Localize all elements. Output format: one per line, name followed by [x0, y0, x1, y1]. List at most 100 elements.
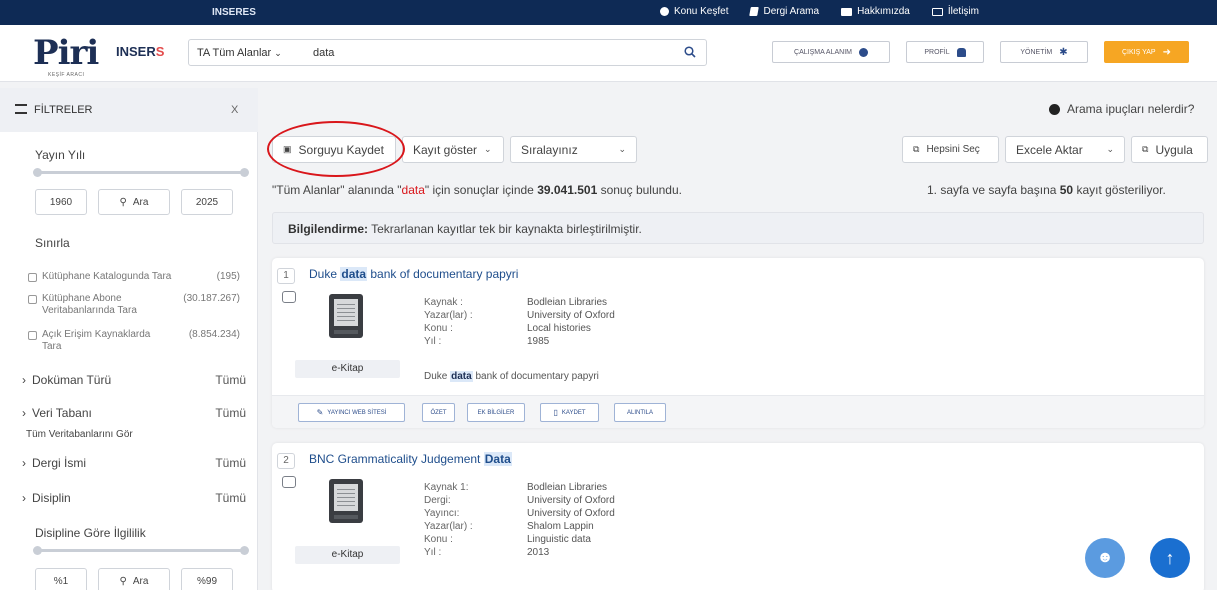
support-button[interactable]: ☻ — [1085, 538, 1125, 578]
meta-value: Bodleian Libraries — [527, 297, 608, 308]
select-label: Kayıt göster — [413, 142, 478, 157]
slider-handle-min[interactable] — [33, 546, 42, 555]
text-line — [337, 316, 355, 317]
checkbox[interactable] — [28, 273, 37, 282]
chevron-right-icon: › — [22, 491, 26, 505]
slider-handle-min[interactable] — [33, 168, 42, 177]
meta-key: Kaynak : — [424, 297, 463, 308]
result-checkbox[interactable] — [282, 291, 296, 303]
abstract-button[interactable]: ÖZET — [422, 403, 455, 422]
chevron-down-icon: ⌄ — [618, 144, 626, 154]
result-meta: Kaynak : Bodleian Libraries Yazar(lar) : U… — [424, 296, 615, 348]
relevance-to-value: %99 — [196, 575, 217, 587]
result-meta: Kaynak 1: Bodleian Libraries Dergi: Univer… — [424, 481, 615, 559]
cite-button[interactable]: ALINTILA — [614, 403, 666, 422]
button-label: ÖZET — [430, 409, 447, 416]
nav-iletisim[interactable]: İletişim — [931, 6, 979, 17]
export-select[interactable]: Excele Aktar ⌄ — [1005, 136, 1125, 163]
result-checkbox[interactable] — [282, 476, 296, 488]
result-description: Duke data bank of documentary papyri — [424, 371, 599, 382]
result-actions: ✎ YAYINCI WEB SİTESİ ÖZET EK BİLGİLER ▯ KA… — [272, 395, 1204, 428]
checkbox[interactable] — [28, 295, 37, 304]
nav-hakkimizda[interactable]: Hakkımızda — [841, 6, 910, 17]
result-summary: "Tüm Alanlar" alanında "data" için sonuç… — [272, 183, 682, 197]
nav-dergi-arama[interactable]: Dergi Arama — [749, 6, 819, 17]
book-icon — [749, 7, 760, 16]
sort-select[interactable]: Sıralayınız ⌄ — [510, 136, 637, 163]
facet-value: Tümü — [215, 456, 246, 470]
checkbox[interactable] — [28, 331, 37, 340]
year-search-button[interactable]: ⚲ Ara — [98, 189, 170, 215]
save-record-button[interactable]: ▯ KAYDET — [540, 403, 599, 422]
year-slider[interactable] — [33, 168, 249, 177]
year-to-value: 2025 — [195, 196, 219, 208]
button-label: Ara — [132, 575, 149, 587]
result-count: 39.041.501 — [537, 183, 598, 197]
additional-info-button[interactable]: EK BİLGİLER — [467, 403, 525, 422]
admin-button[interactable]: YÖNETİM ✱ — [1000, 41, 1088, 63]
exit-button[interactable]: ÇIKIŞ YAP ➜ — [1104, 41, 1189, 63]
meta-value: Local histories — [527, 323, 591, 334]
meta-value: University of Oxford — [527, 310, 615, 321]
button-label: ÇALIŞMA ALANIM — [794, 48, 852, 56]
header: Piri KEŞİF ARACI INSERS TA Tüm Alanlar ⌄… — [0, 25, 1217, 82]
year-to-input[interactable]: 2025 — [181, 189, 233, 215]
page-info-text: 1. sayfa ve sayfa başına — [927, 183, 1060, 197]
meta-row: Yazar(lar) : University of Oxford — [424, 309, 615, 322]
nav-konu-kesfet[interactable]: Konu Keşfet — [660, 6, 728, 17]
relevance-search-button[interactable]: ⚲ Ara — [98, 568, 170, 590]
select-all-button[interactable]: ⧉ Hepsini Seç — [902, 136, 999, 163]
search-input[interactable] — [313, 44, 673, 62]
relevance-to-input[interactable]: %99 — [181, 568, 233, 590]
facet-database[interactable]: › Veri Tabanı Tümü — [22, 406, 246, 420]
result-title-link[interactable]: BNC Grammaticality Judgement Data — [309, 452, 512, 466]
relevance-slider[interactable] — [33, 546, 249, 555]
show-records-select[interactable]: Kayıt göster ⌄ — [402, 136, 504, 163]
meta-value: 2013 — [527, 547, 550, 558]
relevance-from-input[interactable]: %1 — [35, 568, 87, 590]
slider-handle-max[interactable] — [240, 168, 249, 177]
text-line — [337, 493, 355, 494]
search-scope-select[interactable]: TA Tüm Alanlar ⌄ — [197, 47, 282, 59]
publisher-site-button[interactable]: ✎ YAYINCI WEB SİTESİ — [298, 403, 405, 422]
button-label: PROFİL — [924, 48, 950, 56]
chevron-right-icon: › — [22, 406, 26, 420]
year-from-input[interactable]: 1960 — [35, 189, 87, 215]
button-label: Ara — [132, 196, 149, 208]
search-icon: ⚲ — [119, 575, 127, 587]
relevance-from-value: %1 — [53, 575, 69, 587]
piri-logo[interactable]: Piri — [33, 33, 99, 73]
button-label: Hepsini Seç — [926, 144, 980, 155]
facet-journal[interactable]: › Dergi İsmi Tümü — [22, 456, 246, 470]
result-title-link[interactable]: Duke data bank of documentary papyri — [309, 267, 518, 281]
button-label: ALINTILA — [626, 409, 653, 416]
summary-text: sonuç bulundu. — [597, 183, 682, 197]
chevron-right-icon: › — [22, 373, 26, 387]
info-bold: Bilgilendirme: — [288, 222, 369, 236]
facet-discipline[interactable]: › Disiplin Tümü — [22, 491, 246, 505]
meta-key: Yayıncı: — [424, 508, 460, 519]
relevance-label: Disipline Göre İlgililik — [35, 526, 146, 540]
search-tips-link[interactable]: Arama ipuçları nelerdir? — [1049, 102, 1194, 116]
facet-label: Veri Tabanı — [32, 406, 92, 420]
close-filters-button[interactable]: X — [231, 104, 238, 116]
all-databases-link[interactable]: Tüm Veritabanlarını Gör — [26, 429, 133, 440]
title-text: bank of documentary papyri — [367, 267, 519, 281]
apply-button[interactable]: ⧉ Uygula — [1131, 136, 1208, 163]
filters-header: FİLTRELER X — [0, 88, 258, 132]
meta-row: Kaynak : Bodleian Libraries — [424, 296, 615, 309]
profile-button[interactable]: PROFİL — [906, 41, 984, 63]
facet-document-type[interactable]: › Doküman Türü Tümü — [22, 373, 246, 387]
result-number: 2 — [277, 453, 295, 469]
option-label: Açık Erişim Kaynaklarda Tara — [42, 329, 151, 352]
option-count: (195) — [216, 271, 240, 282]
meta-value: University of Oxford — [527, 508, 615, 519]
slider-handle-max[interactable] — [240, 546, 249, 555]
search-icon[interactable] — [684, 46, 696, 58]
workspace-button[interactable]: ÇALIŞMA ALANIM — [772, 41, 890, 63]
id-card-icon — [841, 7, 853, 16]
text-line — [337, 497, 355, 498]
facet-label: Dergi İsmi — [32, 456, 87, 470]
scroll-top-button[interactable]: ↑ — [1150, 538, 1190, 578]
button-label: KAYDET — [561, 409, 586, 416]
